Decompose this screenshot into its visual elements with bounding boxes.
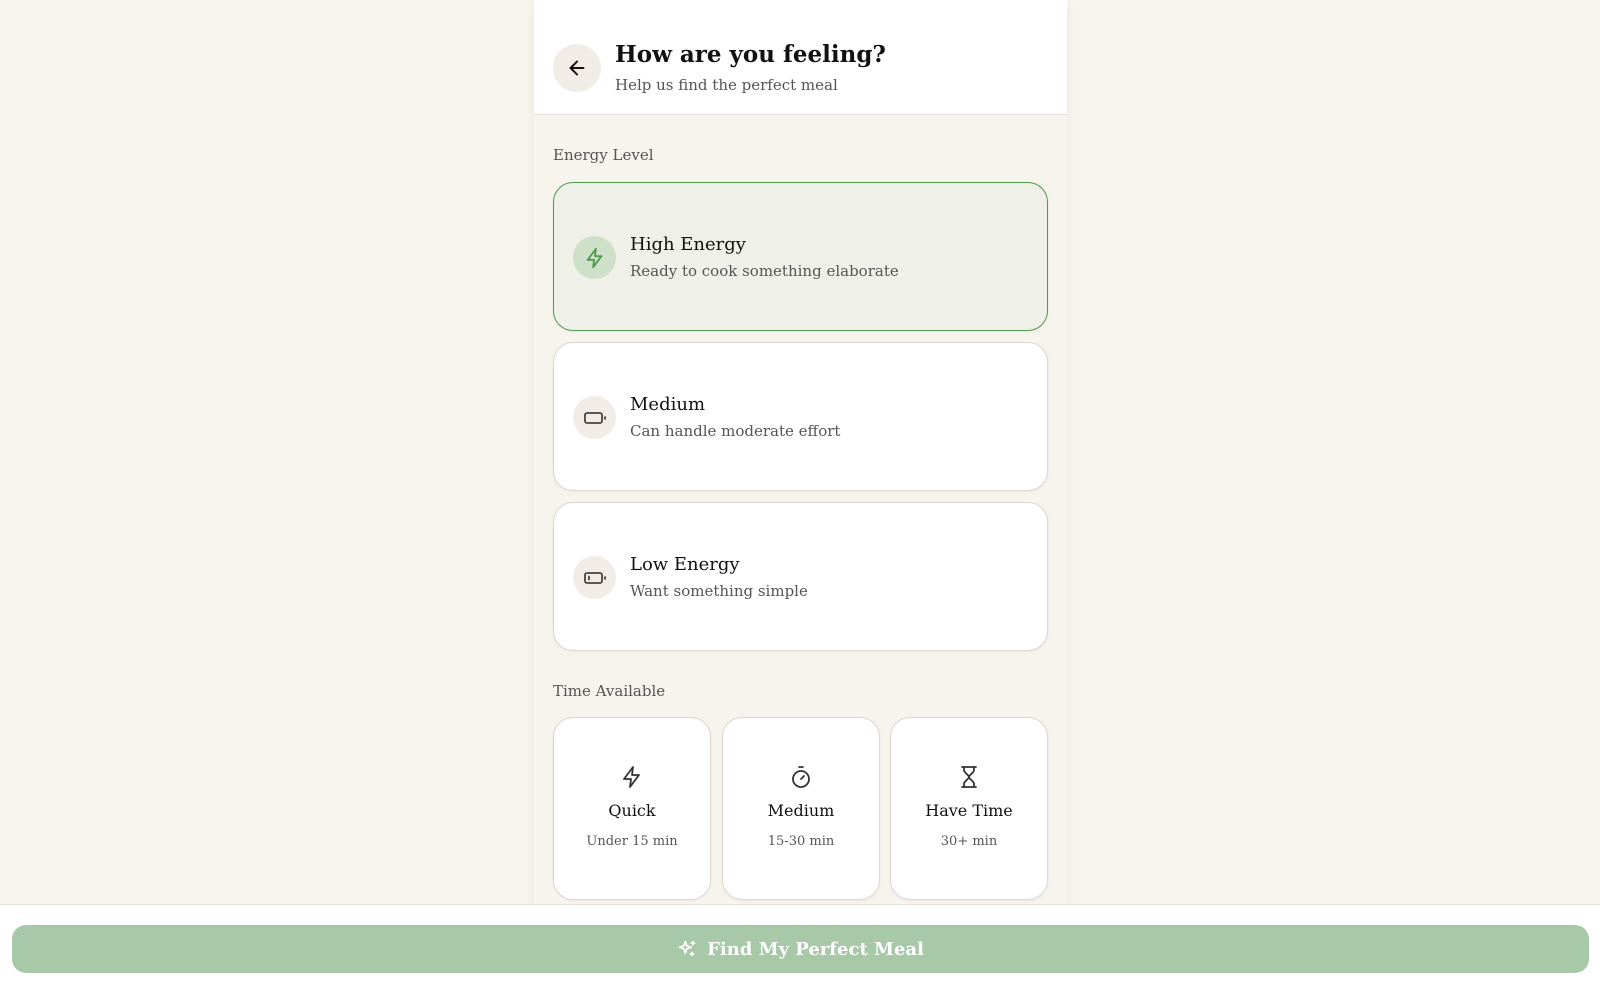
- time-available-label: Time Available: [553, 682, 666, 700]
- bottom-bar: Find My Perfect Meal: [0, 904, 1600, 985]
- energy-icon-wrap: [573, 556, 616, 599]
- time-option-desc: 15-30 min: [767, 834, 835, 849]
- time-option-quick[interactable]: Quick Under 15 min: [553, 717, 711, 900]
- time-option-desc: Under 15 min: [586, 834, 678, 849]
- energy-icon-wrap: [573, 396, 616, 439]
- time-option-have-time[interactable]: Have Time 30+ min: [890, 717, 1048, 900]
- energy-option-desc: Want something simple: [630, 582, 808, 600]
- energy-option-title: High Energy: [630, 234, 746, 255]
- arrow-left-icon: [569, 60, 585, 76]
- energy-option-low[interactable]: Low Energy Want something simple: [553, 502, 1048, 651]
- page-title: How are you feeling?: [615, 41, 886, 68]
- time-icon-wrap: [891, 765, 1047, 789]
- energy-option-desc: Ready to cook something elaborate: [630, 262, 899, 280]
- energy-option-title: Low Energy: [630, 554, 740, 575]
- energy-icon-wrap: [573, 236, 616, 279]
- sparkles-icon: [678, 940, 696, 957]
- time-option-title: Have Time: [925, 801, 1013, 820]
- lightning-icon: [586, 247, 602, 268]
- time-icon-wrap: [723, 765, 879, 789]
- find-meal-button[interactable]: Find My Perfect Meal: [12, 925, 1589, 973]
- energy-level-label: Energy Level: [553, 146, 654, 164]
- back-button[interactable]: [553, 44, 601, 92]
- time-option-title: Quick: [608, 801, 656, 820]
- stopwatch-icon: [792, 766, 810, 788]
- energy-option-desc: Can handle moderate effort: [630, 422, 841, 440]
- battery-low-icon: [583, 571, 606, 584]
- time-option-medium[interactable]: Medium 15-30 min: [722, 717, 880, 900]
- lightning-icon: [623, 766, 640, 788]
- header: How are you feeling? Help us find the pe…: [534, 0, 1067, 115]
- time-option-title: Medium: [767, 801, 835, 820]
- energy-option-high[interactable]: High Energy Ready to cook something elab…: [553, 182, 1048, 331]
- find-meal-label: Find My Perfect Meal: [707, 938, 924, 960]
- energy-option-title: Medium: [630, 394, 706, 415]
- energy-option-medium[interactable]: Medium Can handle moderate effort: [553, 342, 1048, 491]
- time-option-desc: 30+ min: [940, 834, 998, 849]
- app-panel: How are you feeling? Help us find the pe…: [534, 0, 1067, 985]
- time-icon-wrap: [554, 765, 710, 789]
- hourglass-icon: [961, 766, 977, 788]
- battery-medium-icon: [583, 411, 606, 424]
- page-subtitle: Help us find the perfect meal: [615, 76, 838, 94]
